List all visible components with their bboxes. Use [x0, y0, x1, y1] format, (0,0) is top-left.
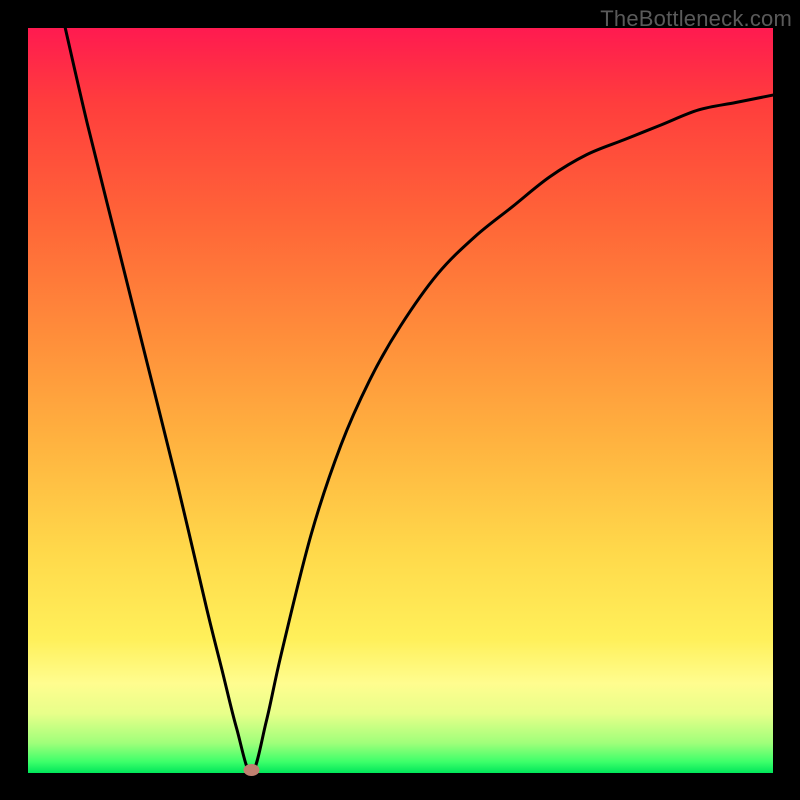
chart-plot-area — [28, 28, 773, 773]
watermark-text: TheBottleneck.com — [600, 6, 792, 32]
bottleneck-curve-line — [65, 28, 773, 773]
minimum-point-marker — [244, 764, 260, 776]
bottleneck-curve-svg — [28, 28, 773, 773]
